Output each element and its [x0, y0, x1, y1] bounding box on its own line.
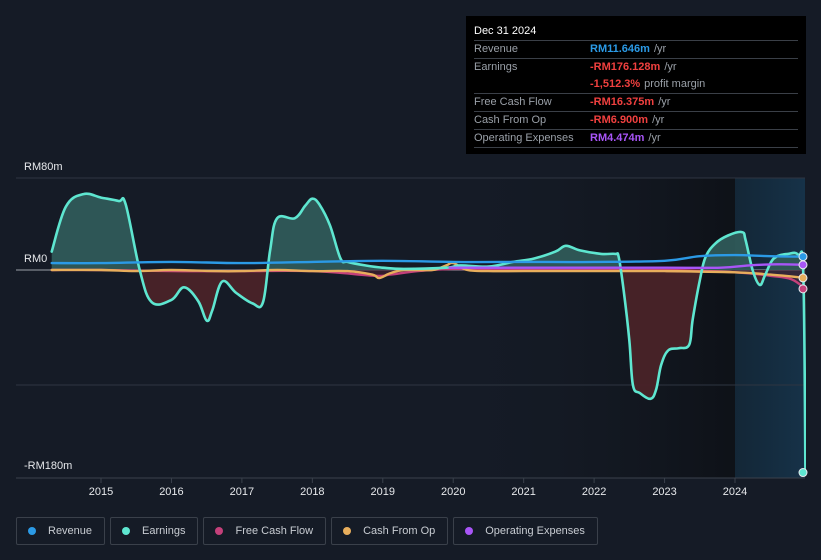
x-tick-label: 2018 — [300, 486, 324, 498]
tooltip-value: -RM6.900m — [590, 114, 649, 126]
y-axis-label: RM80m — [24, 161, 63, 173]
legend-dot-icon — [28, 527, 36, 535]
tooltip: Dec 31 2024 Revenue RM11.646m/yr Earnings -… — [466, 16, 806, 154]
y-axis-label: RM0 — [24, 253, 47, 265]
tooltip-label: Earnings — [474, 61, 518, 73]
end-dot-revenue — [798, 252, 808, 262]
tooltip-row: Earnings -RM176.128m/yr — [474, 59, 798, 76]
legend-dot-icon — [465, 527, 474, 535]
tooltip-unit: /yr — [653, 43, 667, 55]
x-tick-label: 2023 — [652, 486, 676, 498]
legend-item-free-cash-flow[interactable]: Free Cash Flow — [203, 517, 327, 545]
tooltip-value: -RM176.128m — [590, 61, 661, 73]
x-tick-label: 2024 — [723, 486, 747, 498]
end-dot-cash-from-op — [798, 273, 808, 283]
tooltip-unit: /yr — [652, 114, 665, 126]
legend-item-earnings[interactable]: Earnings — [110, 517, 199, 545]
tooltip-label: Cash From Op — [474, 114, 547, 126]
legend-label: Operating Expenses — [485, 525, 585, 537]
x-tick-label: 2022 — [582, 486, 606, 498]
legend-label: Revenue — [48, 525, 93, 537]
tooltip-row: Cash From Op -RM6.900m/yr — [474, 112, 798, 130]
legend-item-cash-from-op[interactable]: Cash From Op — [331, 517, 449, 545]
legend-item-revenue[interactable]: Revenue — [16, 517, 106, 545]
legend-dot-icon — [122, 527, 131, 535]
legend-dot-icon — [215, 527, 224, 535]
tooltip-unit: /yr — [664, 61, 677, 73]
tooltip-row: Operating Expenses RM4.474m/yr — [474, 130, 798, 148]
tooltip-label: Operating Expenses — [474, 132, 574, 144]
tooltip-value: RM11.646m — [590, 43, 650, 55]
tooltip-row: Free Cash Flow -RM16.375m/yr — [474, 94, 798, 112]
tooltip-unit: /yr — [658, 96, 671, 108]
x-tick-label: 2017 — [230, 486, 254, 498]
tooltip-unit: profit margin — [644, 78, 706, 90]
tooltip-date: Dec 31 2024 — [474, 22, 798, 41]
x-tick-label: 2015 — [89, 486, 113, 498]
forecast-highlight-region — [735, 178, 805, 478]
legend-label: Cash From Op — [363, 525, 436, 537]
end-dot-operating-expenses — [798, 260, 808, 270]
legend-label: Free Cash Flow — [235, 525, 314, 537]
legend-item-operating-expenses[interactable]: Operating Expenses — [453, 517, 598, 545]
tooltip-unit: /yr — [648, 132, 661, 144]
x-tick-label: 2016 — [159, 486, 183, 498]
x-tick-label: 2019 — [371, 486, 395, 498]
x-tick-label: 2021 — [511, 486, 535, 498]
tooltip-value: -1,512.3% — [590, 78, 641, 90]
x-tick-label: 2020 — [441, 486, 465, 498]
end-dot-free-cash-flow — [798, 284, 808, 294]
legend: Revenue Earnings Free Cash Flow Cash From O… — [16, 517, 598, 545]
tooltip-row: Revenue RM11.646m/yr — [474, 41, 798, 59]
tooltip-value: RM4.474m — [590, 132, 645, 144]
tooltip-row: -1,512.3% profit margin — [474, 76, 798, 94]
tooltip-value: -RM16.375m — [590, 96, 655, 108]
legend-dot-icon — [343, 527, 352, 535]
legend-label: Earnings — [142, 525, 186, 537]
tooltip-label: Revenue — [474, 43, 519, 55]
end-dot-earnings — [798, 468, 808, 478]
tooltip-label: Free Cash Flow — [474, 96, 552, 108]
y-axis-label: -RM180m — [24, 460, 72, 472]
tooltip-label — [474, 76, 590, 93]
